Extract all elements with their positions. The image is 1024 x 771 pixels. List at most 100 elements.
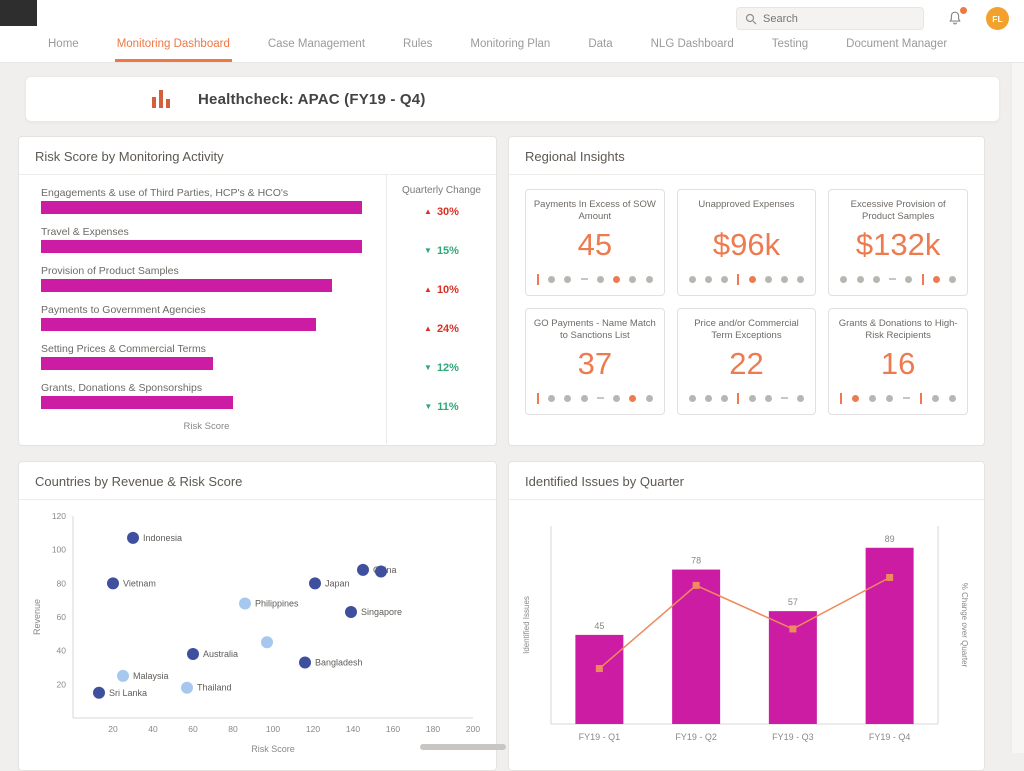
scatter-point-vietnam[interactable] xyxy=(107,577,119,589)
risk-bar-label: Provision of Product Samples xyxy=(41,265,372,277)
nav-item-rules[interactable]: Rules xyxy=(401,29,434,62)
nav-item-home[interactable]: Home xyxy=(46,29,81,62)
spark-dash-icon xyxy=(597,397,604,399)
spark-dash-icon xyxy=(781,397,788,399)
metric-sparkline xyxy=(835,273,961,285)
notifications-button[interactable] xyxy=(946,9,966,29)
spark-dot-icon xyxy=(840,276,847,283)
spark-dot-icon xyxy=(765,276,772,283)
risk-bar[interactable] xyxy=(41,279,332,292)
bar-chart-icon xyxy=(148,86,174,112)
bar-value-label: 45 xyxy=(594,621,604,631)
spark-dot-icon xyxy=(705,395,712,402)
svg-text:200: 200 xyxy=(466,724,480,734)
metric-value: 22 xyxy=(684,346,810,382)
scatter-point-singapore[interactable] xyxy=(345,606,357,618)
spark-dot-orange-icon xyxy=(613,276,620,283)
avatar[interactable]: FL xyxy=(986,7,1009,30)
svg-text:60: 60 xyxy=(57,612,67,622)
scatter-point-sri-lanka[interactable] xyxy=(93,687,105,699)
scatter-point-unlabeled[interactable] xyxy=(261,636,273,648)
nav-item-data[interactable]: Data xyxy=(586,29,614,62)
scatter-point-malaysia[interactable] xyxy=(117,670,129,682)
scatter-point-unlabeled[interactable] xyxy=(375,566,387,578)
panel-risk-score: Risk Score by Monitoring Activity Engage… xyxy=(18,136,497,446)
svg-text:20: 20 xyxy=(108,724,118,734)
svg-text:120: 120 xyxy=(306,724,320,734)
scatter-point-philippines[interactable] xyxy=(239,598,251,610)
spark-dot-icon xyxy=(597,276,604,283)
change-line-marker[interactable] xyxy=(789,625,796,632)
spark-dot-icon xyxy=(869,395,876,402)
metric-card[interactable]: Payments In Excess of SOW Amount45 xyxy=(525,189,665,296)
risk-bar[interactable] xyxy=(41,318,316,331)
svg-text:Revenue: Revenue xyxy=(32,599,42,635)
issues-bar-fy19-q1[interactable] xyxy=(575,635,623,724)
nav-item-case-management[interactable]: Case Management xyxy=(266,29,367,62)
panel-issues: Identified Issues by Quarter 45785789FY1… xyxy=(508,461,985,771)
risk-row: Engagements & use of Third Parties, HCP'… xyxy=(41,187,372,214)
metric-card[interactable]: GO Payments - Name Match to Sanctions Li… xyxy=(525,308,665,415)
metric-label: Unapproved Expenses xyxy=(684,199,810,224)
quarterly-change-value: ▲10% xyxy=(387,270,496,309)
spark-dot-icon xyxy=(721,395,728,402)
spark-dot-orange-icon xyxy=(852,395,859,402)
svg-text:140: 140 xyxy=(346,724,360,734)
svg-text:60: 60 xyxy=(188,724,198,734)
metric-card[interactable]: Price and/or Commercial Term Exceptions2… xyxy=(677,308,817,415)
scatter-point-thailand[interactable] xyxy=(181,682,193,694)
spark-dot-icon xyxy=(646,395,653,402)
nav-item-testing[interactable]: Testing xyxy=(770,29,810,62)
spark-dot-icon xyxy=(797,276,804,283)
scatter-point-label: Japan xyxy=(325,578,350,588)
risk-bar[interactable] xyxy=(41,357,213,370)
change-line-marker[interactable] xyxy=(693,582,700,589)
metric-card[interactable]: Unapproved Expenses$96k xyxy=(677,189,817,296)
scatter-point-australia[interactable] xyxy=(187,648,199,660)
nav-item-document-manager[interactable]: Document Manager xyxy=(844,29,949,62)
scatter-point-japan[interactable] xyxy=(309,577,321,589)
spark-dot-icon xyxy=(905,276,912,283)
quarterly-change-column: Quarterly Change ▲30%▼15%▲10%▲24%▼12%▼11… xyxy=(386,175,496,444)
svg-text:100: 100 xyxy=(266,724,280,734)
search-icon xyxy=(745,13,757,25)
countries-scatter-chart: 2040608010012020406080100120140160180200… xyxy=(19,500,496,763)
spark-dot-icon xyxy=(689,276,696,283)
risk-row: Setting Prices & Commercial Terms xyxy=(41,343,372,370)
risk-bar[interactable] xyxy=(41,396,233,409)
spark-tick-icon xyxy=(840,393,842,404)
spark-dot-icon xyxy=(949,276,956,283)
spark-dash-icon xyxy=(581,278,588,280)
svg-text:80: 80 xyxy=(228,724,238,734)
spark-dot-icon xyxy=(705,276,712,283)
quarterly-change-value: ▼15% xyxy=(387,231,496,270)
search-input[interactable] xyxy=(763,13,903,25)
spark-tick-icon xyxy=(537,274,539,285)
svg-text:40: 40 xyxy=(57,646,67,656)
spark-dot-icon xyxy=(949,395,956,402)
change-line xyxy=(599,577,889,668)
scatter-point-label: Australia xyxy=(203,649,238,659)
page-header-card: Healthcheck: APAC (FY19 - Q4) xyxy=(25,76,1000,122)
scatter-point-bangladesh[interactable] xyxy=(299,656,311,668)
quarterly-change-value: ▼12% xyxy=(387,348,496,387)
metric-card[interactable]: Excessive Provision of Product Samples$1… xyxy=(828,189,968,296)
horizontal-scrollbar[interactable] xyxy=(420,744,506,750)
quarterly-change-value: ▲30% xyxy=(387,192,496,231)
nav-item-nlg-dashboard[interactable]: NLG Dashboard xyxy=(649,29,736,62)
scatter-point-label: Sri Lanka xyxy=(109,688,147,698)
risk-bar[interactable] xyxy=(41,240,362,253)
nav-item-monitoring-dashboard[interactable]: Monitoring Dashboard xyxy=(115,29,232,62)
nav-item-monitoring-plan[interactable]: Monitoring Plan xyxy=(468,29,552,62)
metric-label: GO Payments - Name Match to Sanctions Li… xyxy=(532,318,658,343)
risk-row: Travel & Expenses xyxy=(41,226,372,253)
scatter-point-china[interactable] xyxy=(357,564,369,576)
search-box[interactable] xyxy=(736,7,924,30)
metric-value: 16 xyxy=(835,346,961,382)
change-line-marker[interactable] xyxy=(596,665,603,672)
change-line-marker[interactable] xyxy=(886,574,893,581)
spark-dot-orange-icon xyxy=(933,276,940,283)
metric-card[interactable]: Grants & Donations to High-Risk Recipien… xyxy=(828,308,968,415)
scatter-point-indonesia[interactable] xyxy=(127,532,139,544)
risk-bar[interactable] xyxy=(41,201,362,214)
